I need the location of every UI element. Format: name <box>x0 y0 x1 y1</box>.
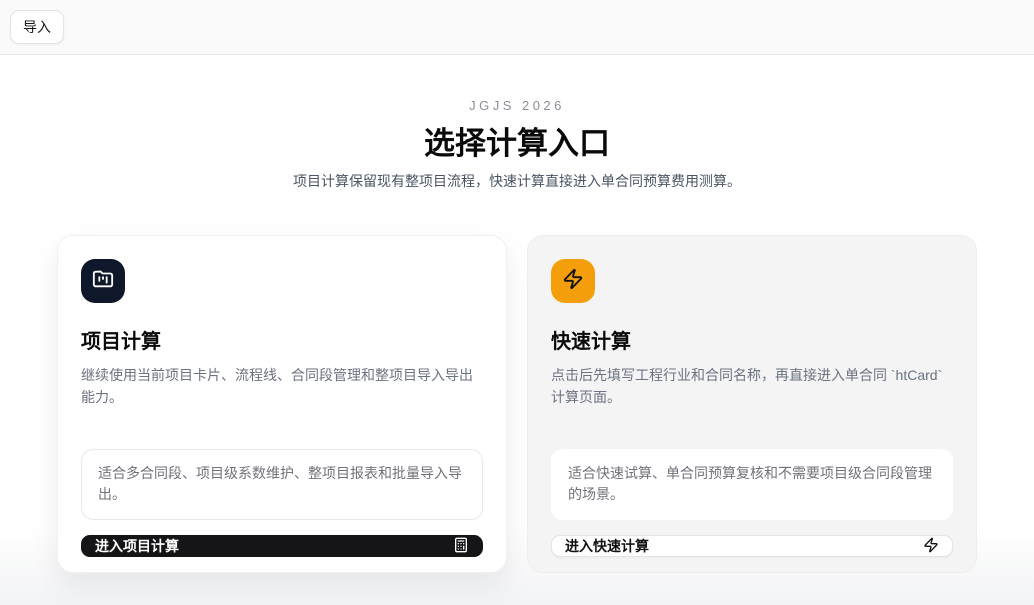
zap-icon <box>562 268 584 295</box>
entry-cards: 项目计算 继续使用当前项目卡片、流程线、合同段管理和整项目导入导出能力。 适合多… <box>57 235 977 573</box>
quick-icon-badge <box>551 259 595 303</box>
enter-quick-calc-label: 进入快速计算 <box>565 536 649 556</box>
page-title: 选择计算入口 <box>0 126 1034 162</box>
folder-kanban-icon <box>92 268 114 295</box>
zap-icon <box>923 537 939 556</box>
topbar: 导入 <box>0 0 1034 55</box>
enter-project-calc-label: 进入项目计算 <box>95 536 179 556</box>
app-version-eyebrow: JGJS 2026 <box>0 98 1034 113</box>
project-card-description: 继续使用当前项目卡片、流程线、合同段管理和整项目导入导出能力。 <box>81 364 483 409</box>
enter-project-calc-button[interactable]: 进入项目计算 <box>81 535 483 557</box>
calculator-icon <box>453 537 469 556</box>
project-calc-card: 项目计算 继续使用当前项目卡片、流程线、合同段管理和整项目导入导出能力。 适合多… <box>57 235 507 573</box>
quick-card-note: 适合快速试算、单合同预算复核和不需要项目级合同段管理的场景。 <box>551 449 953 520</box>
quick-card-description: 点击后先填写工程行业和合同名称，再直接进入单合同 `htCard` 计算页面。 <box>551 364 953 409</box>
quick-calc-card: 快速计算 点击后先填写工程行业和合同名称，再直接进入单合同 `htCard` 计… <box>527 235 977 573</box>
project-icon-badge <box>81 259 125 303</box>
page-subtitle: 项目计算保留现有整项目流程，快速计算直接进入单合同预算费用测算。 <box>0 171 1034 191</box>
project-card-note: 适合多合同段、项目级系数维护、整项目报表和批量导入导出。 <box>81 449 483 520</box>
import-button[interactable]: 导入 <box>10 10 64 44</box>
quick-card-title: 快速计算 <box>551 325 953 354</box>
project-card-title: 项目计算 <box>81 325 483 354</box>
hero-section: JGJS 2026 选择计算入口 项目计算保留现有整项目流程，快速计算直接进入单… <box>0 98 1034 191</box>
enter-quick-calc-button[interactable]: 进入快速计算 <box>551 535 953 557</box>
main-content: JGJS 2026 选择计算入口 项目计算保留现有整项目流程，快速计算直接进入单… <box>0 55 1034 605</box>
